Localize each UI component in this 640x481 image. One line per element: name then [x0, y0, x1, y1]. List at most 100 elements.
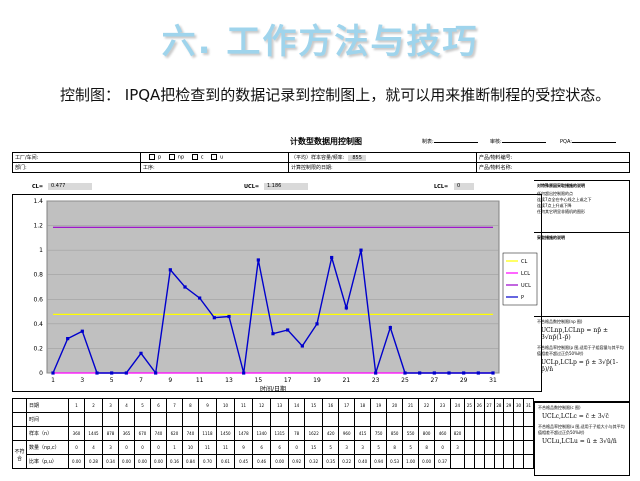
table-cell[interactable]: 0.32 — [304, 454, 324, 469]
table-cell[interactable]: 750 — [370, 426, 388, 441]
np-checkbox[interactable] — [168, 154, 175, 161]
table-cell[interactable] — [181, 412, 199, 427]
table-cell[interactable]: 0.35 — [322, 454, 340, 469]
table-cell[interactable]: 960 — [338, 426, 356, 441]
table-cell[interactable]: 0.40 — [354, 454, 372, 469]
table-cell[interactable]: 8 — [418, 440, 436, 455]
table-cell[interactable]: 4 — [118, 398, 135, 413]
table-cell[interactable]: 3 — [450, 440, 466, 455]
table-cell[interactable] — [493, 426, 505, 441]
table-cell[interactable]: 0 — [134, 440, 151, 455]
table-cell[interactable]: 415 — [354, 426, 372, 441]
table-cell[interactable] — [473, 440, 485, 455]
table-cell[interactable]: 740 — [149, 426, 167, 441]
table-cell[interactable] — [522, 440, 535, 455]
table-cell[interactable] — [402, 412, 420, 427]
table-cell[interactable]: 0.00 — [68, 454, 85, 469]
c-checkbox[interactable] — [191, 154, 198, 161]
table-cell[interactable] — [473, 454, 485, 469]
table-cell[interactable] — [493, 440, 505, 455]
table-cell[interactable]: 0 — [118, 440, 135, 455]
table-cell[interactable]: 620 — [165, 426, 183, 441]
p-checkbox[interactable] — [149, 154, 155, 161]
table-cell[interactable]: 0.22 — [338, 454, 356, 469]
table-cell[interactable] — [102, 412, 120, 427]
table-cell[interactable] — [473, 412, 485, 427]
table-cell[interactable] — [270, 412, 290, 427]
table-cell[interactable] — [464, 412, 475, 427]
table-cell[interactable]: 1 — [68, 398, 85, 413]
table-cell[interactable]: 0.28 — [83, 454, 104, 469]
table-cell[interactable]: 10 — [181, 440, 199, 455]
table-cell[interactable]: 3 — [354, 440, 372, 455]
table-cell[interactable]: 0.37 — [434, 454, 452, 469]
table-cell[interactable]: 15 — [304, 398, 324, 413]
table-cell[interactable] — [493, 412, 505, 427]
table-cell[interactable] — [464, 440, 475, 455]
table-cell[interactable]: 0.00 — [149, 454, 167, 469]
chart-type-selector[interactable]: p np c u — [140, 152, 289, 163]
table-cell[interactable] — [322, 412, 340, 427]
table-cell[interactable]: 1315 — [270, 426, 290, 441]
table-cell[interactable]: 2 — [83, 398, 104, 413]
table-cell[interactable]: 6 — [270, 440, 290, 455]
table-cell[interactable] — [165, 412, 183, 427]
table-cell[interactable] — [503, 426, 515, 441]
table-cell[interactable]: 5 — [322, 440, 340, 455]
table-cell[interactable]: 9 — [234, 440, 254, 455]
table-cell[interactable]: 8 — [181, 398, 199, 413]
table-cell[interactable]: 0.92 — [288, 454, 306, 469]
table-cell[interactable]: 820 — [450, 426, 466, 441]
table-cell[interactable]: 0.53 — [386, 454, 404, 469]
table-cell[interactable]: 0.34 — [102, 454, 120, 469]
table-cell[interactable] — [513, 426, 524, 441]
table-cell[interactable] — [450, 412, 466, 427]
table-cell[interactable]: 21 — [402, 398, 420, 413]
table-cell[interactable]: 670 — [134, 426, 151, 441]
table-cell[interactable] — [118, 412, 135, 427]
table-cell[interactable]: 22 — [418, 398, 436, 413]
table-cell[interactable]: 0.45 — [234, 454, 254, 469]
table-cell[interactable]: 15 — [304, 440, 324, 455]
table-cell[interactable] — [215, 412, 236, 427]
table-cell[interactable] — [134, 412, 151, 427]
table-cell[interactable]: 0 — [68, 440, 85, 455]
table-cell[interactable] — [503, 454, 515, 469]
table-cell[interactable]: 25 — [464, 398, 475, 413]
table-cell[interactable]: 7 — [165, 398, 183, 413]
table-cell[interactable] — [234, 412, 254, 427]
table-cell[interactable]: 23 — [434, 398, 452, 413]
table-cell[interactable]: 365 — [118, 426, 135, 441]
table-cell[interactable]: 20 — [386, 398, 404, 413]
table-cell[interactable]: 460 — [434, 426, 452, 441]
table-cell[interactable]: 0 — [434, 440, 452, 455]
table-cell[interactable]: 0.94 — [370, 454, 388, 469]
table-cell[interactable]: 30 — [513, 398, 524, 413]
table-cell[interactable]: 24 — [450, 398, 466, 413]
table-cell[interactable] — [522, 412, 535, 427]
table-cell[interactable] — [464, 426, 475, 441]
table-cell[interactable] — [149, 412, 167, 427]
table-cell[interactable] — [354, 412, 372, 427]
table-cell[interactable]: 5 — [402, 440, 420, 455]
table-cell[interactable] — [522, 426, 535, 441]
table-cell[interactable]: 1450 — [215, 426, 236, 441]
table-cell[interactable]: 0 — [288, 440, 306, 455]
table-cell[interactable]: 16 — [322, 398, 340, 413]
table-cell[interactable]: 850 — [386, 426, 404, 441]
table-cell[interactable] — [68, 412, 85, 427]
table-cell[interactable]: 1445 — [83, 426, 104, 441]
table-cell[interactable] — [483, 412, 495, 427]
table-cell[interactable]: 10 — [215, 398, 236, 413]
table-cell[interactable]: 550 — [402, 426, 420, 441]
table-cell[interactable]: 4 — [83, 440, 104, 455]
table-cell[interactable]: 3 — [102, 398, 120, 413]
table-cell[interactable]: 800 — [418, 426, 436, 441]
table-cell[interactable]: 11 — [197, 440, 217, 455]
table-cell[interactable]: 19 — [370, 398, 388, 413]
table-cell[interactable] — [288, 412, 306, 427]
table-cell[interactable] — [386, 412, 404, 427]
table-cell[interactable]: 1.00 — [402, 454, 420, 469]
table-cell[interactable] — [83, 412, 104, 427]
table-cell[interactable] — [197, 412, 217, 427]
